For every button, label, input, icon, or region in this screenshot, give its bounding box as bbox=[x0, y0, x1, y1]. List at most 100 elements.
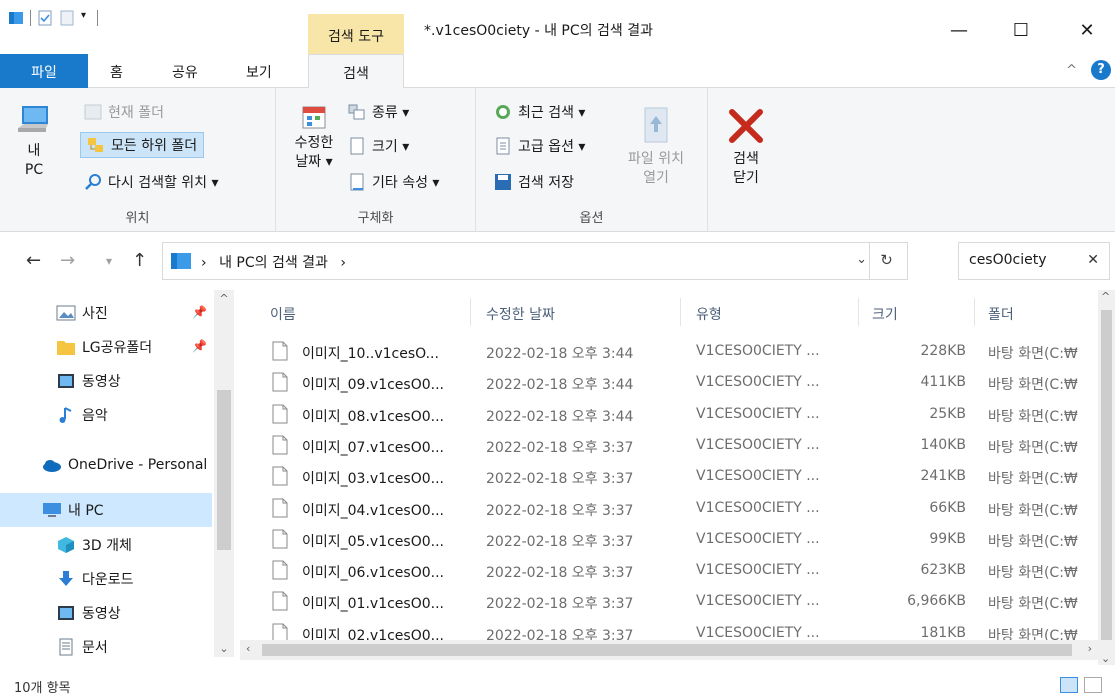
file-type: V1CESO0CIETY ... bbox=[696, 405, 820, 422]
details-view-icon[interactable] bbox=[1060, 677, 1078, 693]
3d-objects-icon bbox=[56, 536, 76, 554]
help-icon[interactable]: ? bbox=[1091, 60, 1111, 80]
sidebar-item-pictures[interactable]: 사진 bbox=[0, 296, 212, 330]
all-subfolders-button[interactable]: 모든 하위 폴더 bbox=[80, 132, 205, 158]
size-button[interactable]: 크기 ▾ bbox=[348, 136, 409, 156]
table-row[interactable]: 이미지_07.v1cesO0... 2022-02-18 오후 3:37 V1CES… bbox=[248, 430, 1098, 461]
close-button[interactable]: ✕ bbox=[1072, 18, 1102, 42]
file-icon bbox=[272, 341, 288, 361]
scroll-up-icon[interactable]: ^ bbox=[1101, 290, 1110, 303]
scroll-up-icon[interactable]: ^ bbox=[214, 292, 234, 305]
recent-locations-chevron-icon[interactable]: ▾ bbox=[106, 254, 112, 268]
date-modified-button[interactable]: 수정한 날짜 ▾ bbox=[284, 104, 344, 172]
file-folder: 바탕 화면(C:₩ bbox=[988, 439, 1078, 456]
breadcrumb[interactable]: › 내 PC의 검색 결과 › bbox=[201, 252, 346, 272]
close-search-button[interactable]: 검색 닫기 bbox=[718, 106, 774, 188]
this-pc-button[interactable]: 내 PC bbox=[14, 102, 54, 180]
pictures-icon bbox=[56, 304, 76, 322]
scroll-right-icon[interactable]: › bbox=[1088, 642, 1092, 655]
pin-icon[interactable]: 📌 bbox=[192, 305, 207, 319]
sidebar-item-lg-shared-folder[interactable]: LG공유폴더 bbox=[0, 330, 212, 364]
sidebar-item-onedrive[interactable]: OneDrive - Personal bbox=[0, 448, 212, 482]
column-header-type[interactable]: 유형 bbox=[696, 304, 722, 324]
pin-icon[interactable]: 📌 bbox=[192, 339, 207, 353]
back-arrow-icon[interactable]: ← bbox=[26, 250, 41, 271]
kind-button[interactable]: 종류 ▾ bbox=[348, 102, 409, 122]
save-icon bbox=[494, 173, 512, 191]
scroll-down-icon[interactable]: ⌄ bbox=[1101, 652, 1110, 665]
table-row[interactable]: 이미지_05.v1cesO0... 2022-02-18 오후 3:37 V1CES… bbox=[248, 524, 1098, 555]
minimize-button[interactable]: — bbox=[944, 18, 974, 42]
search-again-in-button[interactable]: 다시 검색할 위치 ▾ bbox=[84, 172, 219, 192]
table-row[interactable]: 이미지_09.v1cesO0... 2022-02-18 오후 3:44 V1CES… bbox=[248, 367, 1098, 398]
scrollbar-thumb[interactable] bbox=[262, 644, 1072, 656]
sidebar-item-music[interactable]: 음악 bbox=[0, 398, 212, 432]
navigation-pane-scrollbar[interactable]: ^ ⌄ bbox=[214, 290, 234, 657]
column-header-name[interactable]: 이름 bbox=[270, 304, 296, 324]
clear-search-icon[interactable]: ✕ bbox=[1087, 252, 1099, 268]
sidebar-item-videos-2[interactable]: 동영상 bbox=[0, 596, 212, 630]
ribbon-tabs: 파일 홈 공유 보기 검색 ^ ? bbox=[0, 54, 1115, 89]
column-header-folder[interactable]: 폴더 bbox=[988, 304, 1014, 324]
maximize-button[interactable]: ☐ bbox=[1006, 18, 1036, 42]
address-dropdown-icon[interactable]: ⌄ bbox=[856, 252, 867, 267]
sidebar-item-3d-objects[interactable]: 3D 개체 bbox=[0, 528, 212, 562]
column-header-size[interactable]: 크기 bbox=[872, 304, 898, 324]
advanced-options-button[interactable]: 고급 옵션 ▾ bbox=[494, 136, 585, 156]
up-arrow-icon[interactable]: ↑ bbox=[132, 250, 147, 271]
save-search-button[interactable]: 검색 저장 bbox=[494, 172, 574, 192]
tab-share[interactable]: 공유 bbox=[172, 62, 198, 82]
search-box[interactable]: cesO0ciety ✕ bbox=[958, 242, 1110, 280]
search-input[interactable]: cesO0ciety bbox=[969, 252, 1047, 268]
file-type: V1CESO0CIETY ... bbox=[696, 468, 820, 485]
large-icons-view-icon[interactable] bbox=[1084, 677, 1102, 693]
file-type: V1CESO0CIETY ... bbox=[696, 343, 820, 359]
refresh-icon[interactable]: ↻ bbox=[869, 243, 903, 279]
ribbon-group-refine: 수정한 날짜 ▾ 종류 ▾ 크기 ▾ 기타 속성 ▾ 구체화 bbox=[276, 88, 476, 232]
file-type: V1CESO0CIETY ... bbox=[696, 530, 820, 547]
scroll-down-icon[interactable]: ⌄ bbox=[214, 642, 234, 655]
search-icon bbox=[84, 173, 102, 191]
tab-search[interactable]: 검색 bbox=[308, 54, 404, 89]
new-folder-icon[interactable] bbox=[59, 10, 75, 26]
collapse-ribbon-icon[interactable]: ^ bbox=[1066, 63, 1077, 78]
sidebar-item-downloads[interactable]: 다운로드 bbox=[0, 562, 212, 596]
recent-searches-button[interactable]: 최근 검색 ▾ bbox=[494, 102, 585, 122]
scroll-left-icon[interactable]: ‹ bbox=[246, 642, 250, 655]
tab-home[interactable]: 홈 bbox=[110, 62, 123, 82]
open-file-location-button[interactable]: 파일 위치 열기 bbox=[616, 106, 696, 188]
customize-qat-icon[interactable]: ▾ bbox=[81, 10, 91, 26]
table-row[interactable]: 이미지_04.v1cesO0... 2022-02-18 오후 3:37 V1CES… bbox=[248, 493, 1098, 524]
table-row[interactable]: 이미지_01.v1cesO0... 2022-02-18 오후 3:37 V1CES… bbox=[248, 586, 1098, 617]
sidebar-item-documents[interactable]: 문서 bbox=[0, 630, 212, 664]
horizontal-scrollbar[interactable]: ‹ › bbox=[240, 640, 1098, 660]
scrollbar-thumb[interactable] bbox=[217, 390, 231, 550]
scrollbar-thumb[interactable] bbox=[1101, 310, 1112, 640]
properties-icon[interactable] bbox=[37, 10, 53, 26]
address-bar[interactable]: › 내 PC의 검색 결과 › ⌄ ↻ bbox=[162, 242, 908, 280]
file-date-modified: 2022-02-18 오후 3:37 bbox=[486, 439, 634, 456]
tab-view[interactable]: 보기 bbox=[246, 62, 272, 82]
sidebar-item-videos[interactable]: 동영상 bbox=[0, 364, 212, 398]
table-row[interactable]: 이미지_10..v1cesO... 2022-02-18 오후 3:44 V1CES… bbox=[248, 336, 1098, 367]
tab-file[interactable]: 파일 bbox=[0, 54, 88, 88]
other-properties-button[interactable]: 기타 속성 ▾ bbox=[348, 172, 439, 192]
file-size: 6,966KB bbox=[907, 593, 966, 610]
table-row[interactable]: 이미지_06.v1cesO0... 2022-02-18 오후 3:37 V1CES… bbox=[248, 555, 1098, 586]
column-header-date-modified[interactable]: 수정한 날짜 bbox=[486, 304, 555, 324]
table-row[interactable]: 이미지_08.v1cesO0... 2022-02-18 오후 3:44 V1CES… bbox=[248, 399, 1098, 430]
forward-arrow-icon[interactable]: → bbox=[60, 250, 75, 271]
file-size: 411KB bbox=[920, 374, 966, 391]
ribbon-group-options: 최근 검색 ▾ 고급 옵션 ▾ 검색 저장 파일 위치 열기 옵션 bbox=[476, 88, 708, 232]
file-list-scrollbar[interactable]: ^ ⌄ bbox=[1098, 290, 1115, 665]
current-folder-button[interactable]: 현재 폴더 bbox=[84, 102, 164, 122]
table-row[interactable]: 이미지_03.v1cesO0... 2022-02-18 오후 3:37 V1CES… bbox=[248, 461, 1098, 492]
file-size: 228KB bbox=[920, 343, 966, 359]
file-icon bbox=[272, 498, 288, 518]
properties-file-icon bbox=[348, 173, 366, 191]
sidebar-item-this-pc[interactable]: 내 PC bbox=[0, 493, 212, 527]
file-name: 이미지_06.v1cesO0... bbox=[302, 565, 444, 582]
downloads-icon bbox=[56, 570, 76, 588]
file-type: V1CESO0CIETY ... bbox=[696, 593, 820, 610]
this-pc-icon bbox=[42, 501, 62, 519]
